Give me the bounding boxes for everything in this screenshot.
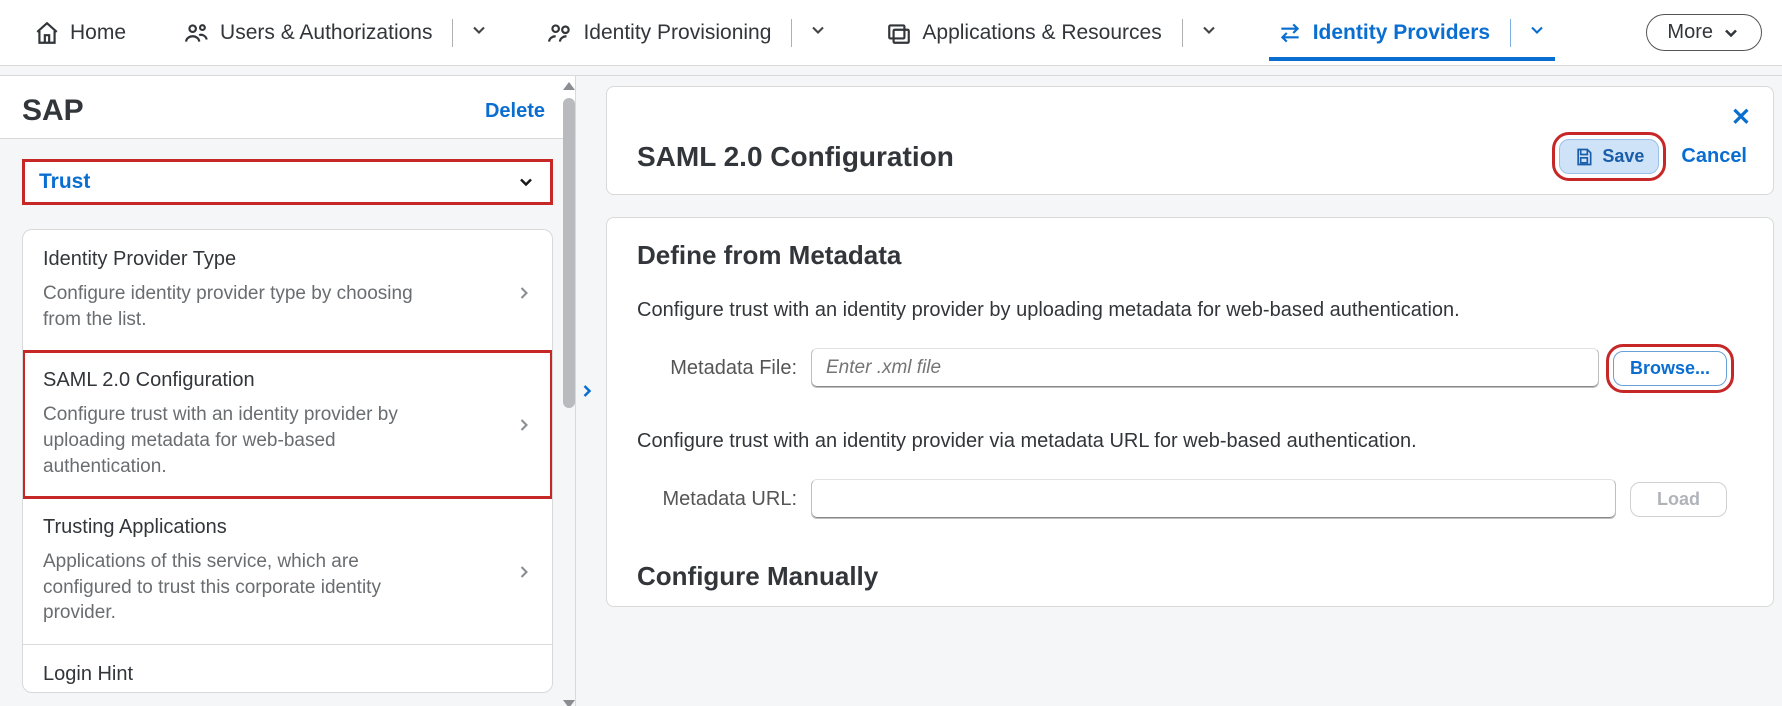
- side-item-desc: Configure identity provider type by choo…: [43, 281, 443, 332]
- header-actions: Save Cancel: [1559, 139, 1747, 174]
- side-item-desc: Configure trust with an identity provide…: [43, 402, 443, 479]
- chevron-right-icon: [577, 381, 597, 401]
- save-label: Save: [1602, 146, 1644, 167]
- side-item-idp-type[interactable]: Identity Provider Type Configure identit…: [23, 230, 552, 351]
- nav-home[interactable]: Home: [26, 6, 134, 60]
- trust-dropdown-label: Trust: [39, 170, 90, 194]
- side-list: Identity Provider Type Configure identit…: [22, 229, 553, 693]
- trust-dropdown[interactable]: Trust: [22, 159, 553, 205]
- side-item-title: Login Hint: [43, 663, 530, 686]
- left-title: SAP: [22, 94, 84, 128]
- scrollbar[interactable]: [557, 80, 575, 706]
- nav-idp-label: Identity Providers: [1313, 21, 1490, 45]
- chevron-down-icon[interactable]: [1199, 20, 1219, 46]
- cancel-link[interactable]: Cancel: [1681, 145, 1747, 168]
- metadata-file-label: Metadata File:: [637, 357, 797, 380]
- save-icon: [1574, 147, 1594, 167]
- side-item-title: Trusting Applications: [43, 516, 530, 539]
- chevron-down-icon[interactable]: [1527, 20, 1547, 46]
- save-button[interactable]: Save: [1559, 139, 1659, 174]
- sub-bar: [0, 66, 1782, 76]
- metadata-url-label: Metadata URL:: [637, 488, 797, 511]
- nav-apps-label: Applications & Resources: [922, 21, 1161, 45]
- chevron-down-icon: [1721, 23, 1741, 43]
- chevron-right-icon: [514, 415, 534, 440]
- section-desc: Configure trust with an identity provide…: [637, 299, 1727, 322]
- page-title: SAML 2.0 Configuration: [637, 141, 954, 173]
- section-desc: Configure trust with an identity provide…: [637, 430, 1727, 453]
- nav-apps[interactable]: Applications & Resources: [878, 5, 1226, 61]
- load-button: Load: [1630, 482, 1727, 517]
- expand-handle[interactable]: [576, 76, 598, 706]
- browse-button[interactable]: Browse...: [1613, 351, 1727, 386]
- left-panel: SAP Delete Trust Identity Provider Type …: [0, 76, 576, 706]
- metadata-file-input[interactable]: [811, 348, 1599, 388]
- chevron-down-icon[interactable]: [808, 20, 828, 46]
- workspace: SAP Delete Trust Identity Provider Type …: [0, 76, 1782, 706]
- right-header-card: ✕ SAML 2.0 Configuration Save Cancel: [606, 86, 1774, 195]
- left-header: SAP Delete: [0, 76, 575, 139]
- side-item-login-hint[interactable]: Login Hint: [23, 645, 552, 692]
- nav-users-label: Users & Authorizations: [220, 21, 432, 45]
- side-item-title: SAML 2.0 Configuration: [43, 369, 530, 392]
- side-item-trusting-apps[interactable]: Trusting Applications Applications of th…: [23, 498, 552, 645]
- close-icon[interactable]: ✕: [1731, 103, 1751, 132]
- chevron-down-icon[interactable]: [469, 20, 489, 46]
- scroll-thumb[interactable]: [563, 98, 575, 408]
- content-card: Define from Metadata Configure trust wit…: [606, 217, 1774, 607]
- more-button[interactable]: More: [1646, 14, 1762, 51]
- side-item-desc: Applications of this service, which are …: [43, 549, 443, 626]
- metadata-url-row: Metadata URL: Load: [637, 479, 1727, 519]
- metadata-url-input[interactable]: [811, 479, 1616, 519]
- delete-link[interactable]: Delete: [485, 100, 545, 123]
- apps-icon: [886, 20, 912, 46]
- nav-identity-providers[interactable]: Identity Providers: [1269, 5, 1555, 61]
- chevron-down-icon: [516, 172, 536, 192]
- provisioning-icon: [547, 20, 573, 46]
- metadata-file-row: Metadata File: Browse...: [637, 348, 1727, 388]
- nav-identity-provisioning[interactable]: Identity Provisioning: [539, 5, 836, 61]
- right-panel: ✕ SAML 2.0 Configuration Save Cancel Def…: [598, 76, 1782, 706]
- top-nav: Home Users & Authorizations Identity Pro…: [0, 0, 1782, 66]
- swap-icon: [1277, 20, 1303, 46]
- nav-idprov-label: Identity Provisioning: [583, 21, 771, 45]
- scroll-up-icon[interactable]: [563, 82, 575, 90]
- side-item-title: Identity Provider Type: [43, 248, 530, 271]
- more-label: More: [1667, 21, 1713, 44]
- section-title: Define from Metadata: [637, 240, 1727, 271]
- nav-home-label: Home: [70, 21, 126, 45]
- chevron-right-icon: [514, 283, 534, 308]
- side-item-saml-config[interactable]: SAML 2.0 Configuration Configure trust w…: [23, 351, 552, 498]
- home-icon: [34, 20, 60, 46]
- chevron-right-icon: [514, 562, 534, 587]
- scroll-down-icon[interactable]: [563, 700, 575, 706]
- section-title: Configure Manually: [637, 561, 1727, 592]
- users-icon: [184, 20, 210, 46]
- nav-users[interactable]: Users & Authorizations: [176, 5, 497, 61]
